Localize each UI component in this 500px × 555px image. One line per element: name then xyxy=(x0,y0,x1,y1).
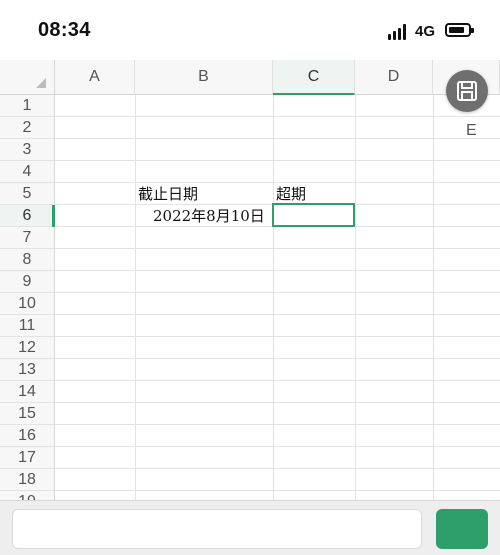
battery-icon xyxy=(445,23,474,37)
row-header-10[interactable]: 10 xyxy=(0,293,55,315)
cell-c5[interactable]: 超期 xyxy=(276,183,306,205)
gridline xyxy=(55,490,500,491)
signal-icon xyxy=(388,24,410,40)
status-bar: 08:34 4G xyxy=(0,0,500,60)
row-header-5[interactable]: 5 xyxy=(0,183,55,205)
status-time: 08:34 xyxy=(38,19,91,41)
gridline xyxy=(55,160,500,161)
confirm-button[interactable] xyxy=(436,509,488,549)
selected-cell-c6[interactable] xyxy=(272,203,355,227)
row-header-19[interactable]: 19 xyxy=(0,491,55,500)
gridline xyxy=(55,336,500,337)
gridline xyxy=(55,138,500,139)
gridline xyxy=(55,292,500,293)
gridline xyxy=(355,95,356,500)
gridline xyxy=(135,95,136,500)
row-header-1[interactable]: 1 xyxy=(0,95,55,117)
gridline xyxy=(273,95,274,500)
gridline xyxy=(55,468,500,469)
row-header-8[interactable]: 8 xyxy=(0,249,55,271)
select-all-corner[interactable] xyxy=(0,60,55,95)
save-button[interactable] xyxy=(446,70,488,112)
gridline xyxy=(55,424,500,425)
gridline xyxy=(55,248,500,249)
gridline xyxy=(55,402,500,403)
active-row-marker xyxy=(52,205,55,227)
row-header-17[interactable]: 17 xyxy=(0,447,55,469)
cell-b6[interactable]: 2022年8月10日 xyxy=(153,205,265,227)
row-header-7[interactable]: 7 xyxy=(0,227,55,249)
save-icon xyxy=(457,81,477,101)
column-header-d[interactable]: D xyxy=(355,60,433,95)
row-header-11[interactable]: 11 xyxy=(0,315,55,337)
gridline xyxy=(55,358,500,359)
row-header-9[interactable]: 9 xyxy=(0,271,55,293)
gridline xyxy=(55,446,500,447)
gridline xyxy=(55,314,500,315)
gridline xyxy=(55,270,500,271)
column-header-b[interactable]: B xyxy=(135,60,273,95)
cell-b5[interactable]: 截止日期 xyxy=(138,183,198,205)
gridline xyxy=(55,116,500,117)
formula-bar xyxy=(0,500,500,555)
row-header-3[interactable]: 3 xyxy=(0,139,55,161)
column-header-c[interactable]: C xyxy=(273,60,355,95)
gridline xyxy=(55,380,500,381)
column-header-a[interactable]: A xyxy=(55,60,135,95)
row-header-12[interactable]: 12 xyxy=(0,337,55,359)
row-header-4[interactable]: 4 xyxy=(0,161,55,183)
cell-input-field[interactable] xyxy=(12,509,422,549)
row-header-15[interactable]: 15 xyxy=(0,403,55,425)
gridline xyxy=(433,95,434,500)
row-header-2[interactable]: 2 xyxy=(0,117,55,139)
row-header-13[interactable]: 13 xyxy=(0,359,55,381)
row-header-6[interactable]: 6 xyxy=(0,205,55,227)
spreadsheet-grid[interactable]: A B C D E 1 2 3 4 5 6 7 8 9 10 11 12 13 … xyxy=(0,60,500,500)
row-header-18[interactable]: 18 xyxy=(0,469,55,491)
row-header-14[interactable]: 14 xyxy=(0,381,55,403)
network-type: 4G xyxy=(415,23,436,40)
row-header-16[interactable]: 16 xyxy=(0,425,55,447)
